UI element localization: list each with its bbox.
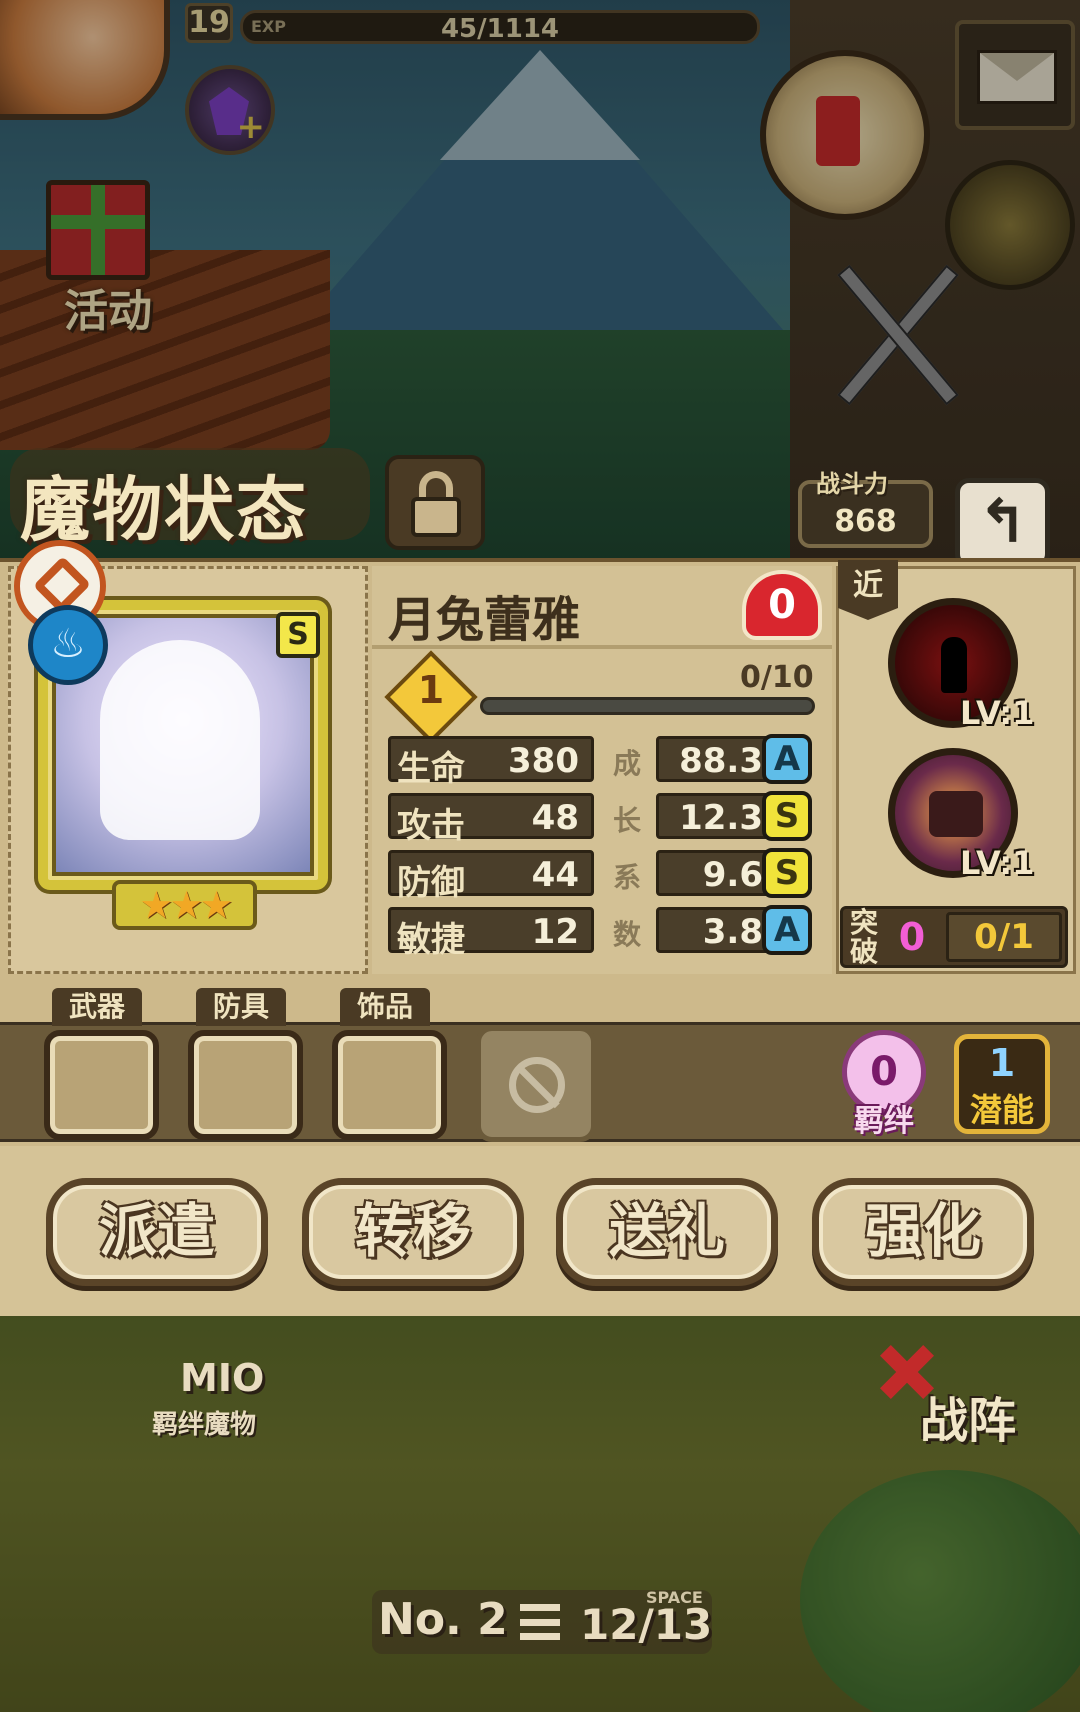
stat-name: 攻击 — [397, 806, 465, 846]
locked-slot — [476, 1026, 596, 1142]
bond-monster-name: MIO — [180, 1356, 265, 1400]
combat-power: 战斗力 868 — [798, 470, 933, 548]
monster-character-image — [100, 640, 260, 840]
growth-row-defense: 9.6 — [656, 850, 776, 896]
growth-row-attack: 12.3 — [656, 793, 776, 839]
star-rating: ★★★ — [112, 880, 257, 930]
bond-monster-label: 羁绊魔物 — [152, 1410, 257, 1440]
rabbit-silhouette-icon — [941, 637, 967, 693]
enhance-button[interactable]: 强化 — [812, 1178, 1034, 1286]
growth-value: 3.8 — [702, 912, 763, 952]
monster-name: 月兔蕾雅 — [388, 592, 581, 648]
back-button[interactable]: ↰ — [955, 478, 1050, 568]
growth-coefficient-label: 成长系数 — [612, 747, 641, 951]
breakthrough-count: 0 — [898, 915, 926, 959]
growth-value: 9.6 — [702, 855, 763, 895]
stat-name: 生命 — [397, 749, 465, 789]
attack-range-tag: 近 — [838, 560, 898, 620]
stat-row-agility: 敏捷 12 — [388, 907, 594, 960]
growth-row-hp: 88.3 — [656, 736, 776, 782]
rank-badge: S — [276, 612, 320, 658]
stat-value: 48 — [531, 798, 579, 838]
potential-label: 潜能 — [969, 1091, 1034, 1129]
skill-level: LV:1 — [960, 694, 1035, 732]
monster-level: 1 — [417, 668, 445, 712]
dispatch-button[interactable]: 派遣 — [46, 1178, 268, 1286]
level-exp-text: 0/10 — [740, 660, 814, 695]
bond-label: 羁绊 — [854, 1104, 914, 1139]
formation-button[interactable]: 战阵 — [880, 1345, 1070, 1449]
growth-value: 88.3 — [679, 741, 763, 781]
grade-badge: A — [762, 734, 812, 784]
transfer-button[interactable]: 转移 — [302, 1178, 524, 1286]
potential-count: 1 — [988, 1041, 1016, 1085]
stat-row-hp: 生命 380 — [388, 736, 594, 789]
combat-power-label: 战斗力 — [816, 470, 888, 498]
potential-button[interactable]: 1 潜能 — [954, 1034, 1050, 1134]
grade-badge: A — [762, 905, 812, 955]
stat-value: 12 — [531, 912, 579, 952]
lock-icon-body — [411, 497, 461, 537]
stat-row-attack: 攻击 48 — [388, 793, 594, 846]
fist-icon — [929, 791, 983, 837]
growth-value: 12.3 — [679, 798, 763, 838]
bond-button[interactable]: 0 羁绊 — [842, 1030, 926, 1140]
level-exp-bar — [480, 697, 815, 715]
stat-name: 敏捷 — [397, 920, 465, 960]
affection-heart-badge: 0 — [742, 570, 822, 640]
breakthrough-label: 突破 — [850, 906, 879, 968]
space-value: 12/13 — [580, 1600, 713, 1649]
weapon-slot[interactable] — [44, 1030, 159, 1140]
accessory-slot-label: 饰品 — [340, 988, 430, 1026]
combat-power-value: 868 — [834, 504, 897, 539]
stat-value: 44 — [531, 855, 579, 895]
growth-row-agility: 3.8 — [656, 907, 776, 953]
gift-button[interactable]: 送礼 — [556, 1178, 778, 1286]
stat-row-defense: 防御 44 — [388, 850, 594, 903]
menu-icon[interactable] — [520, 1604, 560, 1640]
weapon-slot-label: 武器 — [52, 988, 142, 1026]
grade-badge: S — [762, 848, 812, 898]
armor-slot[interactable] — [188, 1030, 303, 1140]
stat-value: 380 — [508, 741, 579, 781]
formation-label: 战阵 — [920, 1393, 1017, 1449]
lock-button[interactable] — [385, 455, 485, 550]
armor-slot-label: 防具 — [196, 988, 286, 1026]
accessory-slot[interactable] — [332, 1030, 447, 1140]
page-number: No. 2 — [378, 1594, 508, 1645]
skill-level: LV:1 — [960, 844, 1035, 882]
prohibited-icon — [509, 1057, 565, 1113]
water-element-icon: ♨ — [28, 605, 108, 685]
stat-name: 防御 — [397, 863, 465, 903]
breakthrough-progress: 0/1 — [946, 912, 1062, 962]
name-divider — [372, 645, 832, 649]
grade-badge: S — [762, 791, 812, 841]
